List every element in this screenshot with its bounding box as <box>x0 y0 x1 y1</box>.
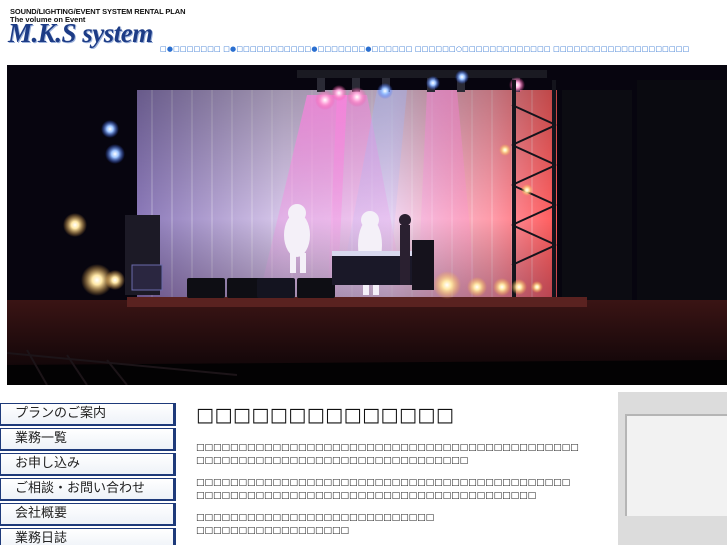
page: SOUND/LIGHTING/EVENT SYSTEM RENTAL PLAN … <box>0 0 727 545</box>
menu-item-services[interactable]: 業務一覧 <box>0 428 176 451</box>
menu-item-plan-guide[interactable]: プランのご案内 <box>0 403 176 426</box>
paragraph-1: □□□□□□□□□□□□□□□□□□□□□□□□□□□□□□□□□□□□□□□□… <box>196 443 579 466</box>
hero-stage-image <box>7 65 727 385</box>
main-content: □□□□□□□□□□□□□□ □□□□□□□□□□□□□□□□□□□□□□□□□… <box>196 404 606 536</box>
side-menu: プランのご案内 業務一覧 お申し込み ご相談・お問い合わせ 会社概要 業務日誌 <box>0 403 176 545</box>
page-heading: □□□□□□□□□□□□□□ <box>196 404 455 426</box>
menu-item-company[interactable]: 会社概要 <box>0 503 176 526</box>
right-sidebar-panel <box>618 392 727 545</box>
menu-item-application[interactable]: お申し込み <box>0 453 176 476</box>
stage-lighting-photo-icon <box>7 65 727 385</box>
menu-item-blog[interactable]: 業務日誌 <box>0 528 176 545</box>
right-sidebar-box <box>625 414 727 516</box>
top-nav[interactable]: □●□□□□□□□ □●□□□□□□□□□□□●□□□□□□□●□□□□□□ □… <box>160 45 689 53</box>
site-logo[interactable]: M.K.S system <box>8 18 153 49</box>
paragraph-3: □□□□□□□□□□□□□□□□□□□□□□□□□□□□ □□□□□□□□□□□… <box>196 513 435 536</box>
paragraph-2: □□□□□□□□□□□□□□□□□□□□□□□□□□□□□□□□□□□□□□□□… <box>196 478 571 501</box>
menu-item-contact[interactable]: ご相談・お問い合わせ <box>0 478 176 501</box>
